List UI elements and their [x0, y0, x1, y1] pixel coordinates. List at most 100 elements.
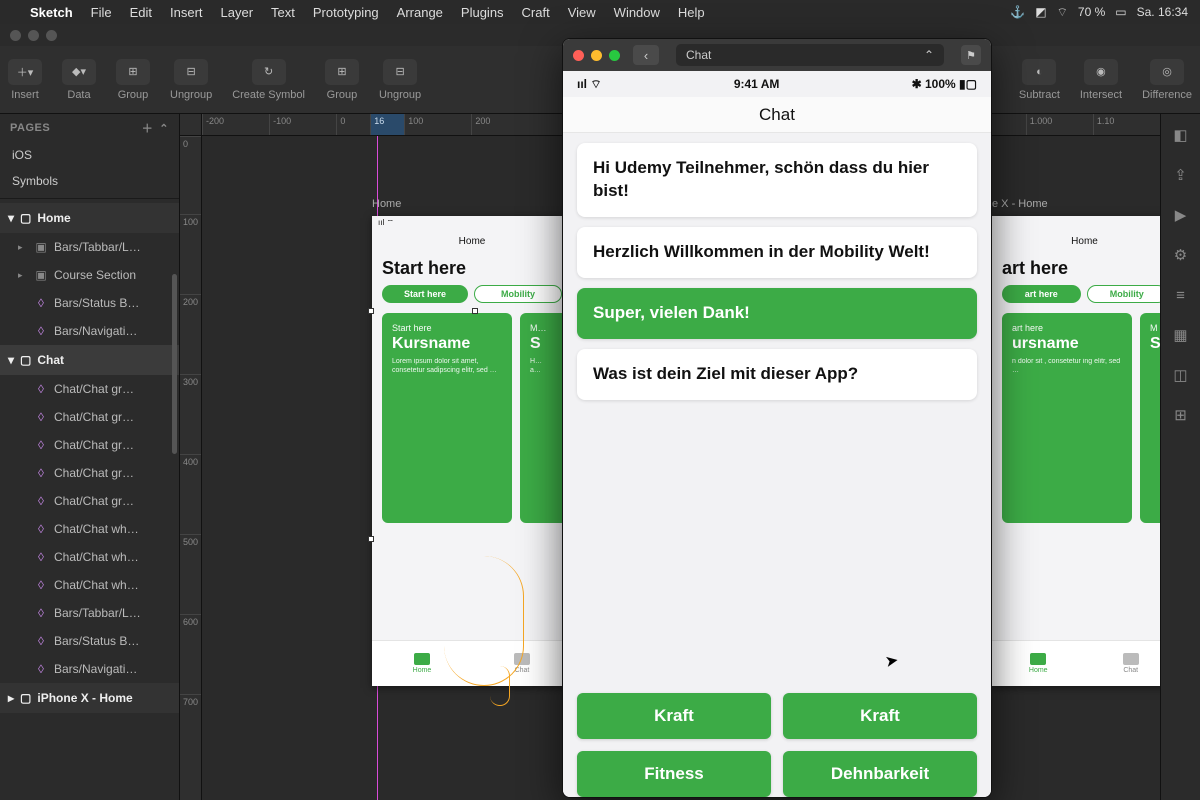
popup-max-icon[interactable] [609, 50, 620, 61]
collapse-pages-icon[interactable]: ⌃ [159, 122, 169, 135]
course-card[interactable]: MS [1140, 313, 1160, 523]
layer-item[interactable]: ▸▣Course Section [0, 261, 179, 289]
artboard-home-canvas[interactable]: Home ııl ⌔▮ Home Start here Start here M… [372, 216, 572, 686]
align-icon[interactable]: ≡ [1170, 284, 1192, 306]
traffic-min-icon[interactable] [28, 30, 39, 41]
artboard-label[interactable]: e X - Home [992, 198, 1048, 210]
battery-icon[interactable]: ▭ [1115, 5, 1126, 19]
menu-plugins[interactable]: Plugins [461, 5, 504, 20]
layer-item[interactable]: ◊Chat/Chat wh… [0, 515, 179, 543]
docker-icon[interactable]: ⚓ [1010, 5, 1025, 19]
pill-mobility[interactable]: Mobility [1087, 285, 1161, 303]
popup-close-icon[interactable] [573, 50, 584, 61]
layer-item[interactable]: ◊Chat/Chat wh… [0, 543, 179, 571]
answer-fitness-button[interactable]: Fitness [577, 751, 771, 797]
export-icon[interactable]: ⇪ [1170, 164, 1192, 186]
layer-item[interactable]: ◊Chat/Chat gr… [0, 431, 179, 459]
status-icon[interactable]: ◩ [1035, 5, 1046, 19]
menu-text[interactable]: Text [271, 5, 295, 20]
layer-item[interactable]: ▸▣Bars/Tabbar/L… [0, 233, 179, 261]
ungroup2-button[interactable]: ⊟Ungroup [379, 59, 421, 101]
menu-arrange[interactable]: Arrange [397, 5, 443, 20]
artboard-chat[interactable]: ▾▢Chat [0, 345, 179, 375]
answer-kraft-button[interactable]: Kraft [577, 693, 771, 739]
chat-bubble-incoming: Herzlich Willkommen in der Mobility Welt… [577, 227, 977, 278]
layer-item[interactable]: ◊Chat/Chat gr… [0, 375, 179, 403]
layer-item[interactable]: ◊Chat/Chat wh… [0, 571, 179, 599]
layer-item[interactable]: ◊Bars/Tabbar/L… [0, 599, 179, 627]
status-time: 9:41 AM [734, 77, 780, 91]
artboard-home[interactable]: ▾▢Home [0, 203, 179, 233]
artboard-selector[interactable]: Chat⌃ [676, 44, 944, 66]
chevron-updown-icon: ⌃ [924, 48, 934, 62]
pill-start[interactable]: Start here [382, 285, 468, 303]
image-icon[interactable]: ⊞ [1170, 404, 1192, 426]
ungroup-button[interactable]: ⊟Ungroup [170, 59, 212, 101]
tab-home[interactable]: Home [992, 641, 1085, 686]
add-page-icon[interactable]: ＋ [142, 120, 154, 136]
clock[interactable]: Sa. 16:34 [1137, 5, 1188, 19]
settings-icon[interactable]: ⚙ [1170, 244, 1192, 266]
chat-bubble-outgoing: Super, vielen Dank! [577, 288, 977, 339]
popup-min-icon[interactable] [591, 50, 602, 61]
cursor-icon: ➤ [883, 650, 900, 672]
menu-file[interactable]: File [91, 5, 112, 20]
insert-button[interactable]: ＋▾Insert [8, 59, 42, 101]
back-button[interactable]: ‹ [633, 45, 659, 65]
answer-dehnbarkeit-button[interactable]: Dehnbarkeit [783, 751, 977, 797]
difference-button[interactable]: ◎Difference [1142, 59, 1192, 101]
menu-edit[interactable]: Edit [130, 5, 152, 20]
layer-item[interactable]: ◊Chat/Chat gr… [0, 487, 179, 515]
traffic-close-icon[interactable] [10, 30, 21, 41]
tab-chat[interactable]: Chat [472, 641, 572, 686]
menu-view[interactable]: View [568, 5, 596, 20]
pill-start[interactable]: art here [1002, 285, 1081, 303]
layers-panel: PAGES＋⌃ iOS Symbols ▾▢Home ▸▣Bars/Tabbar… [0, 114, 180, 800]
heading: Start here [372, 252, 572, 283]
intersect-button[interactable]: ◉Intersect [1080, 59, 1122, 101]
tab-chat[interactable]: Chat [1085, 641, 1161, 686]
popup-titlebar[interactable]: ‹ Chat⌃ ⚑ [563, 39, 991, 71]
mask-icon[interactable]: ◫ [1170, 364, 1192, 386]
flag-icon[interactable]: ⚑ [961, 45, 981, 65]
nav-title: Home [372, 230, 572, 252]
inspector-icon[interactable]: ◧ [1170, 124, 1192, 146]
menu-layer[interactable]: Layer [221, 5, 254, 20]
create-symbol-button[interactable]: ↻Create Symbol [232, 59, 305, 101]
group2-button[interactable]: ⊞Group [325, 59, 359, 101]
menu-craft[interactable]: Craft [522, 5, 550, 20]
chat-bubble-incoming: Was ist dein Ziel mit dieser App? [577, 349, 977, 400]
menu-insert[interactable]: Insert [170, 5, 203, 20]
traffic-max-icon[interactable] [46, 30, 57, 41]
page-symbols[interactable]: Symbols [0, 168, 179, 194]
scrollbar-thumb[interactable] [172, 274, 177, 454]
artboard-iphone[interactable]: ▸▢iPhone X - Home [0, 683, 179, 713]
layer-item[interactable]: ◊Bars/Status B… [0, 627, 179, 655]
layer-item[interactable]: ◊Bars/Status B… [0, 289, 179, 317]
macos-menubar: Sketch File Edit Insert Layer Text Proto… [0, 0, 1200, 24]
wifi-icon[interactable]: ⌔ [1057, 5, 1068, 20]
layer-item[interactable]: ◊Bars/Navigati… [0, 655, 179, 683]
menu-help[interactable]: Help [678, 5, 705, 20]
layer-item[interactable]: ◊Bars/Navigati… [0, 317, 179, 345]
pill-mobility[interactable]: Mobility [474, 285, 562, 303]
artboard-label[interactable]: Home [372, 198, 401, 210]
course-card[interactable]: art here ursname n dolor sit , consetetu… [1002, 313, 1132, 523]
chat-bubble-incoming: Hi Udemy Teilnehmer, schön dass du hier … [577, 143, 977, 217]
play-icon[interactable]: ▶ [1170, 204, 1192, 226]
subtract-button[interactable]: ◐Subtract [1019, 59, 1060, 101]
layout-icon[interactable]: ▦ [1170, 324, 1192, 346]
page-ios[interactable]: iOS [0, 142, 179, 168]
group-button[interactable]: ⊞Group [116, 59, 150, 101]
bluetooth-icon: ✱ [912, 77, 922, 91]
layer-item[interactable]: ◊Chat/Chat gr… [0, 403, 179, 431]
answer-kraft2-button[interactable]: Kraft [783, 693, 977, 739]
app-name[interactable]: Sketch [30, 5, 73, 20]
tab-home[interactable]: Home [372, 641, 472, 686]
data-button[interactable]: ◆▾Data [62, 59, 96, 101]
menu-prototyping[interactable]: Prototyping [313, 5, 379, 20]
course-card[interactable]: Start here Kursname Lorem ipsum dolor si… [382, 313, 512, 523]
menu-window[interactable]: Window [614, 5, 660, 20]
layer-item[interactable]: ◊Chat/Chat gr… [0, 459, 179, 487]
artboard-home2-canvas[interactable]: e X - Home Home art here art here Mobili… [992, 216, 1160, 686]
